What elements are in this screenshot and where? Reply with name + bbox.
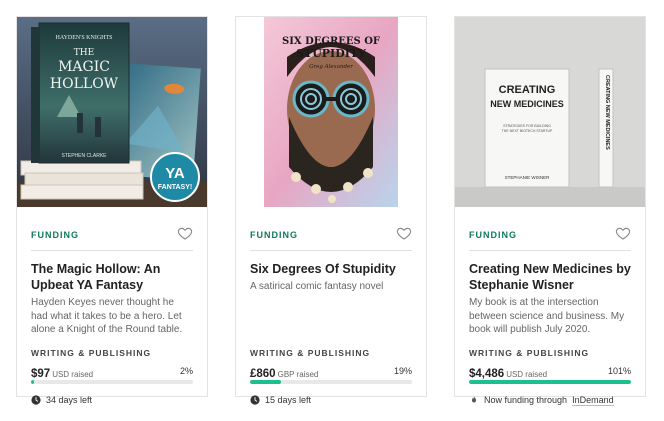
svg-text:HOLLOW: HOLLOW bbox=[50, 76, 119, 92]
campaign-category: WRITING & PUBLISHING bbox=[469, 348, 590, 358]
time-left: 15 days left bbox=[250, 393, 311, 407]
campaign-description: A satirical comic fantasy novel bbox=[250, 281, 384, 292]
campaign-title[interactable]: Creating New Medicines by Stephanie Wisn… bbox=[469, 261, 631, 293]
book-cover-six-degrees: SIX DEGREES OF STUPIDITY Greg Alexander bbox=[236, 17, 426, 207]
campaign-card[interactable]: HAYDEN'S KNIGHTS THE MAGIC HOLLOW STEPHE… bbox=[16, 16, 208, 405]
status-label: FUNDING bbox=[469, 230, 517, 240]
campaign-image[interactable]: SIX DEGREES OF STUPIDITY Greg Alexander bbox=[236, 17, 426, 207]
book-cover-creating-new-medicines: CREATING NEW MEDICINES STRATEGIES FOR BU… bbox=[455, 17, 645, 207]
svg-text:THE NEXT BIOTECH STARTUP: THE NEXT BIOTECH STARTUP bbox=[502, 129, 553, 133]
campaign-category: WRITING & PUBLISHING bbox=[250, 348, 371, 358]
heart-icon[interactable] bbox=[177, 225, 193, 241]
progress-fill bbox=[31, 380, 35, 384]
progress-bar bbox=[250, 380, 412, 384]
percent-funded: 101% bbox=[607, 366, 631, 376]
svg-text:MAGIC: MAGIC bbox=[58, 59, 110, 75]
percent-funded: 19% bbox=[393, 366, 412, 376]
svg-text:THE: THE bbox=[74, 48, 94, 58]
campaign-image[interactable]: HAYDEN'S KNIGHTS THE MAGIC HOLLOW STEPHE… bbox=[17, 17, 207, 207]
campaign-image[interactable]: CREATING NEW MEDICINES STRATEGIES FOR BU… bbox=[455, 17, 645, 207]
svg-text:Greg Alexander: Greg Alexander bbox=[309, 64, 353, 70]
heart-icon[interactable] bbox=[396, 225, 412, 241]
amount-value: $4,486 bbox=[469, 368, 505, 380]
currency-note: GBP raised bbox=[277, 370, 319, 379]
currency-note: USD raised bbox=[52, 370, 94, 379]
svg-text:STRATEGIES FOR BUILDING: STRATEGIES FOR BUILDING bbox=[503, 124, 551, 128]
heart-icon[interactable] bbox=[615, 225, 631, 241]
progress-bar bbox=[31, 380, 193, 384]
campaign-card[interactable]: SIX DEGREES OF STUPIDITY Greg Alexander … bbox=[235, 16, 427, 405]
svg-text:STEPHANIE WISNER: STEPHANIE WISNER bbox=[505, 175, 551, 180]
status-label: FUNDING bbox=[31, 230, 79, 240]
progress-fill bbox=[469, 380, 631, 384]
svg-text:SIX DEGREES OF: SIX DEGREES OF bbox=[282, 36, 380, 47]
campaign-card[interactable]: CREATING NEW MEDICINES STRATEGIES FOR BU… bbox=[454, 16, 646, 406]
svg-text:STEPHEN CLARKE: STEPHEN CLARKE bbox=[61, 153, 107, 159]
indemand-note: Now funding through InDemand bbox=[469, 393, 614, 407]
indemand-link[interactable]: InDemand bbox=[572, 395, 614, 406]
amount-value: £860 bbox=[250, 368, 276, 380]
svg-text:HAYDEN'S KNIGHTS: HAYDEN'S KNIGHTS bbox=[55, 35, 112, 41]
indemand-text: Now funding through bbox=[484, 395, 568, 405]
svg-text:CREATING NEW MEDICINES: CREATING NEW MEDICINES bbox=[604, 75, 610, 150]
amount-value: $97 bbox=[31, 368, 51, 380]
progress-bar bbox=[469, 380, 631, 384]
campaign-category: WRITING & PUBLISHING bbox=[31, 348, 152, 358]
svg-text:CREATING: CREATING bbox=[499, 84, 556, 96]
campaign-description: My book is at the intersection between s… bbox=[469, 297, 625, 335]
svg-text:YA: YA bbox=[165, 165, 185, 182]
book-cover-magic-hollow: HAYDEN'S KNIGHTS THE MAGIC HOLLOW STEPHE… bbox=[17, 17, 207, 207]
percent-funded: 2% bbox=[179, 366, 193, 376]
days-left-text: 15 days left bbox=[265, 395, 312, 405]
clock-icon bbox=[250, 395, 260, 405]
svg-text:STUPIDITY: STUPIDITY bbox=[296, 47, 366, 60]
campaign-title[interactable]: Six Degrees Of Stupidity bbox=[250, 261, 412, 277]
time-left: 34 days left bbox=[31, 393, 92, 407]
days-left-text: 34 days left bbox=[46, 395, 93, 405]
currency-note: USD raised bbox=[506, 370, 548, 379]
campaign-description: Hayden Keyes never thought he had what i… bbox=[31, 297, 183, 335]
status-label: FUNDING bbox=[250, 230, 298, 240]
svg-text:FANTASY!: FANTASY! bbox=[158, 184, 192, 191]
progress-fill bbox=[250, 380, 281, 384]
clock-icon bbox=[31, 395, 41, 405]
svg-text:NEW MEDICINES: NEW MEDICINES bbox=[490, 99, 564, 109]
flame-icon bbox=[471, 395, 477, 403]
campaign-title[interactable]: The Magic Hollow: An Upbeat YA Fantasy bbox=[31, 261, 193, 293]
